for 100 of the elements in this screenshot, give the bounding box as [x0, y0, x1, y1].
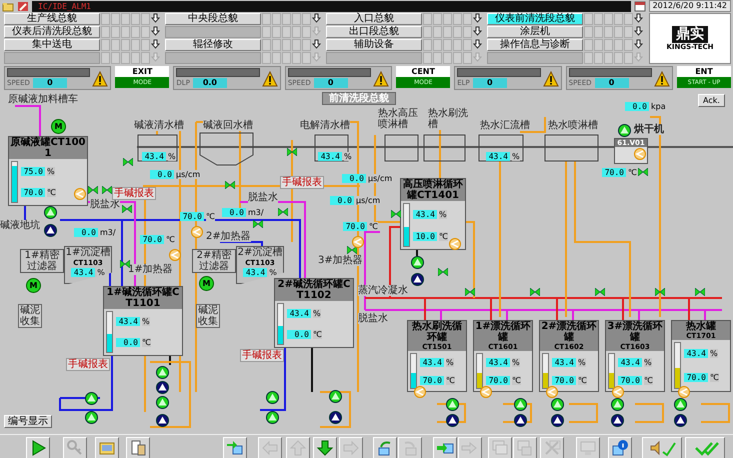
status-cell — [614, 13, 623, 25]
readout-value: 43.4 — [618, 358, 642, 366]
readout-unit: ℃ — [439, 232, 448, 240]
down-arrow-icon — [473, 13, 482, 24]
gauge-value: 0 — [314, 78, 348, 88]
toolbar-button[interactable] — [26, 436, 50, 458]
toolbar-button[interactable] — [313, 436, 337, 458]
status-cell — [463, 52, 472, 64]
mode-title: EXIT — [115, 66, 170, 77]
readout-value: 43.4 — [413, 210, 437, 218]
toolbar-button[interactable] — [642, 436, 682, 458]
equipment-label: 原碱液加料槽车 — [8, 94, 78, 105]
toolbar-button[interactable] — [685, 436, 725, 458]
valve-icon — [123, 158, 133, 166]
readout-unit: % — [446, 358, 454, 366]
equipment-label: 1#加热器 — [128, 264, 173, 275]
status-cell — [101, 13, 110, 25]
filter-box: 1#精密过滤器 — [20, 249, 64, 273]
down-arrow-icon — [312, 13, 321, 24]
settler-title: 2#沉淀槽 — [238, 247, 282, 258]
down-arrow-icon — [151, 26, 160, 37]
toolbar-button[interactable] — [126, 436, 150, 458]
nav-button[interactable]: 中央段总貌 — [165, 13, 261, 25]
valve-icon — [655, 288, 665, 296]
status-cell — [433, 26, 442, 38]
status-cell — [463, 13, 472, 25]
status-cell — [604, 39, 613, 51]
nav-button[interactable]: 仪表前清洗段总貌 — [487, 13, 583, 25]
heater-icon — [352, 236, 364, 248]
status-cell — [141, 52, 150, 64]
readout-value: 70.0 — [552, 376, 576, 384]
nav-button[interactable]: 涂层机 — [487, 26, 583, 38]
down-arrow-icon — [473, 52, 482, 63]
tank-title: 2#漂洗循环罐 — [540, 321, 598, 343]
diagram-title: 前清洗段总貌 — [322, 92, 396, 105]
heater-icon — [678, 386, 690, 398]
mode-title: ENT — [677, 66, 732, 77]
motor-icon: M — [199, 276, 214, 291]
readout-value: 70.0 — [602, 168, 626, 177]
valve-icon — [120, 260, 130, 268]
status-cell — [443, 52, 452, 64]
nav-button[interactable]: 出口段总貌 — [326, 26, 422, 38]
status-cell — [282, 39, 291, 51]
readout-value: 0.0 — [625, 102, 649, 111]
alarm-text: IC/IDE_ALM1 — [38, 2, 91, 10]
valve-icon — [122, 205, 132, 213]
status-cell — [131, 26, 140, 38]
toolbar-button[interactable] — [373, 436, 397, 458]
status-cell — [141, 13, 150, 25]
heater-icon — [612, 386, 624, 398]
nav-button[interactable]: 生产线总貌 — [4, 13, 100, 25]
ack-button[interactable]: Ack. — [698, 94, 725, 107]
nav-button[interactable]: 辅助设备 — [326, 39, 422, 51]
status-cell — [302, 13, 311, 25]
status-cell — [423, 39, 432, 51]
status-cell — [604, 13, 613, 25]
toolbar-button[interactable] — [95, 436, 119, 458]
readout-value: 0.0 — [287, 330, 311, 339]
gauge-value: 0 — [594, 78, 629, 88]
readout-value: 70.0 — [140, 235, 164, 244]
heater-icon — [191, 226, 203, 238]
status-cell — [614, 26, 623, 38]
status-cell — [121, 52, 130, 64]
readout-unit: μs/cm — [176, 170, 200, 179]
nav-button[interactable]: 操作信息与诊断 — [487, 39, 583, 51]
toolbar-button[interactable] — [223, 436, 247, 458]
status-cell — [624, 39, 633, 51]
down-arrow-icon — [151, 13, 160, 24]
nav-button[interactable]: 集中送电 — [4, 39, 100, 51]
status-cell — [272, 13, 281, 25]
status-cell — [594, 39, 603, 51]
status-cell — [111, 26, 120, 38]
down-arrow-icon — [312, 39, 321, 50]
status-cell — [262, 26, 271, 38]
gauge-value: 0 — [32, 78, 67, 88]
logo-name: 鼎实 — [672, 26, 708, 43]
number-display-button[interactable]: 编号显示 — [4, 415, 52, 428]
status-cell — [121, 39, 130, 51]
down-arrow-icon — [151, 39, 160, 50]
valve-icon — [695, 288, 705, 296]
nav-button[interactable]: 仪表后清洗段总貌 — [4, 26, 100, 38]
valve-icon — [438, 268, 448, 276]
tank-title: 3#漂洗循环罐 — [606, 321, 664, 343]
filter-box: 2#精密过滤器 — [192, 249, 236, 273]
readout-unit: ℃ — [47, 188, 56, 197]
down-arrow-icon — [473, 26, 482, 37]
status-cell — [131, 52, 140, 64]
readout-unit: % — [512, 358, 520, 366]
readout-value: 75.0 — [21, 167, 45, 176]
readout-unit: ℃ — [512, 376, 521, 384]
date-time: 2012/6/20 9:11:42 — [648, 0, 731, 12]
down-arrow-icon — [312, 52, 321, 63]
readout-value: 0.0 — [330, 196, 354, 205]
nav-button[interactable]: 辊径修改 — [165, 39, 261, 51]
readout-value: 43.4 — [287, 309, 311, 318]
toolbar-button[interactable] — [608, 436, 632, 458]
nav-button[interactable]: 入口总貌 — [326, 13, 422, 25]
toolbar-button[interactable] — [433, 436, 457, 458]
status-cell — [121, 13, 130, 25]
info-icon — [610, 438, 630, 458]
